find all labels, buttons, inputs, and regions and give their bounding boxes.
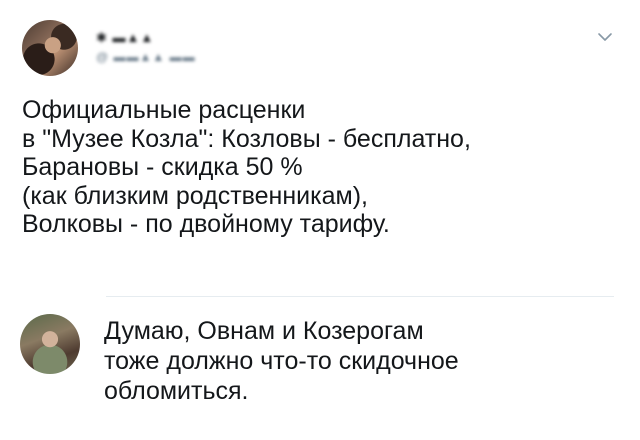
- tweet-text: Официальные расценки в "Музее Козла": Ко…: [22, 96, 622, 239]
- author-name[interactable]: ✱ ▬▲▲: [96, 30, 154, 46]
- reply-text-line: обломиться.: [104, 377, 249, 405]
- tweet-text-line: Волковы - по двойному тарифу.: [22, 210, 390, 238]
- reply-text-line: тоже должно что-то скидочное: [104, 347, 459, 375]
- divider: [106, 296, 614, 297]
- author-info[interactable]: ✱ ▬▲▲ @ ▬▬▲▲ ▬▬: [96, 26, 336, 66]
- reply-text: Думаю, Овнам и Козерогам тоже должно что…: [104, 316, 624, 406]
- reply-author-avatar[interactable]: [20, 314, 80, 374]
- reply-text-line: Думаю, Овнам и Козерогам: [104, 317, 424, 345]
- tweet-text-line: Официальные расценки: [22, 96, 306, 124]
- tweet-card: ✱ ▬▲▲ @ ▬▬▲▲ ▬▬ Официальные расценки в "…: [0, 0, 640, 296]
- chevron-down-icon[interactable]: [596, 28, 614, 46]
- author-handle: @ ▬▬▲▲ ▬▬: [96, 50, 196, 64]
- tweet-text-line: (как близким родственникам),: [22, 181, 368, 210]
- tweet-text-line: Барановы - скидка 50 %: [22, 153, 303, 181]
- tweet-text-line: в "Музее Козла": Козловы - бесплатно,: [22, 124, 471, 153]
- author-avatar[interactable]: [22, 20, 78, 76]
